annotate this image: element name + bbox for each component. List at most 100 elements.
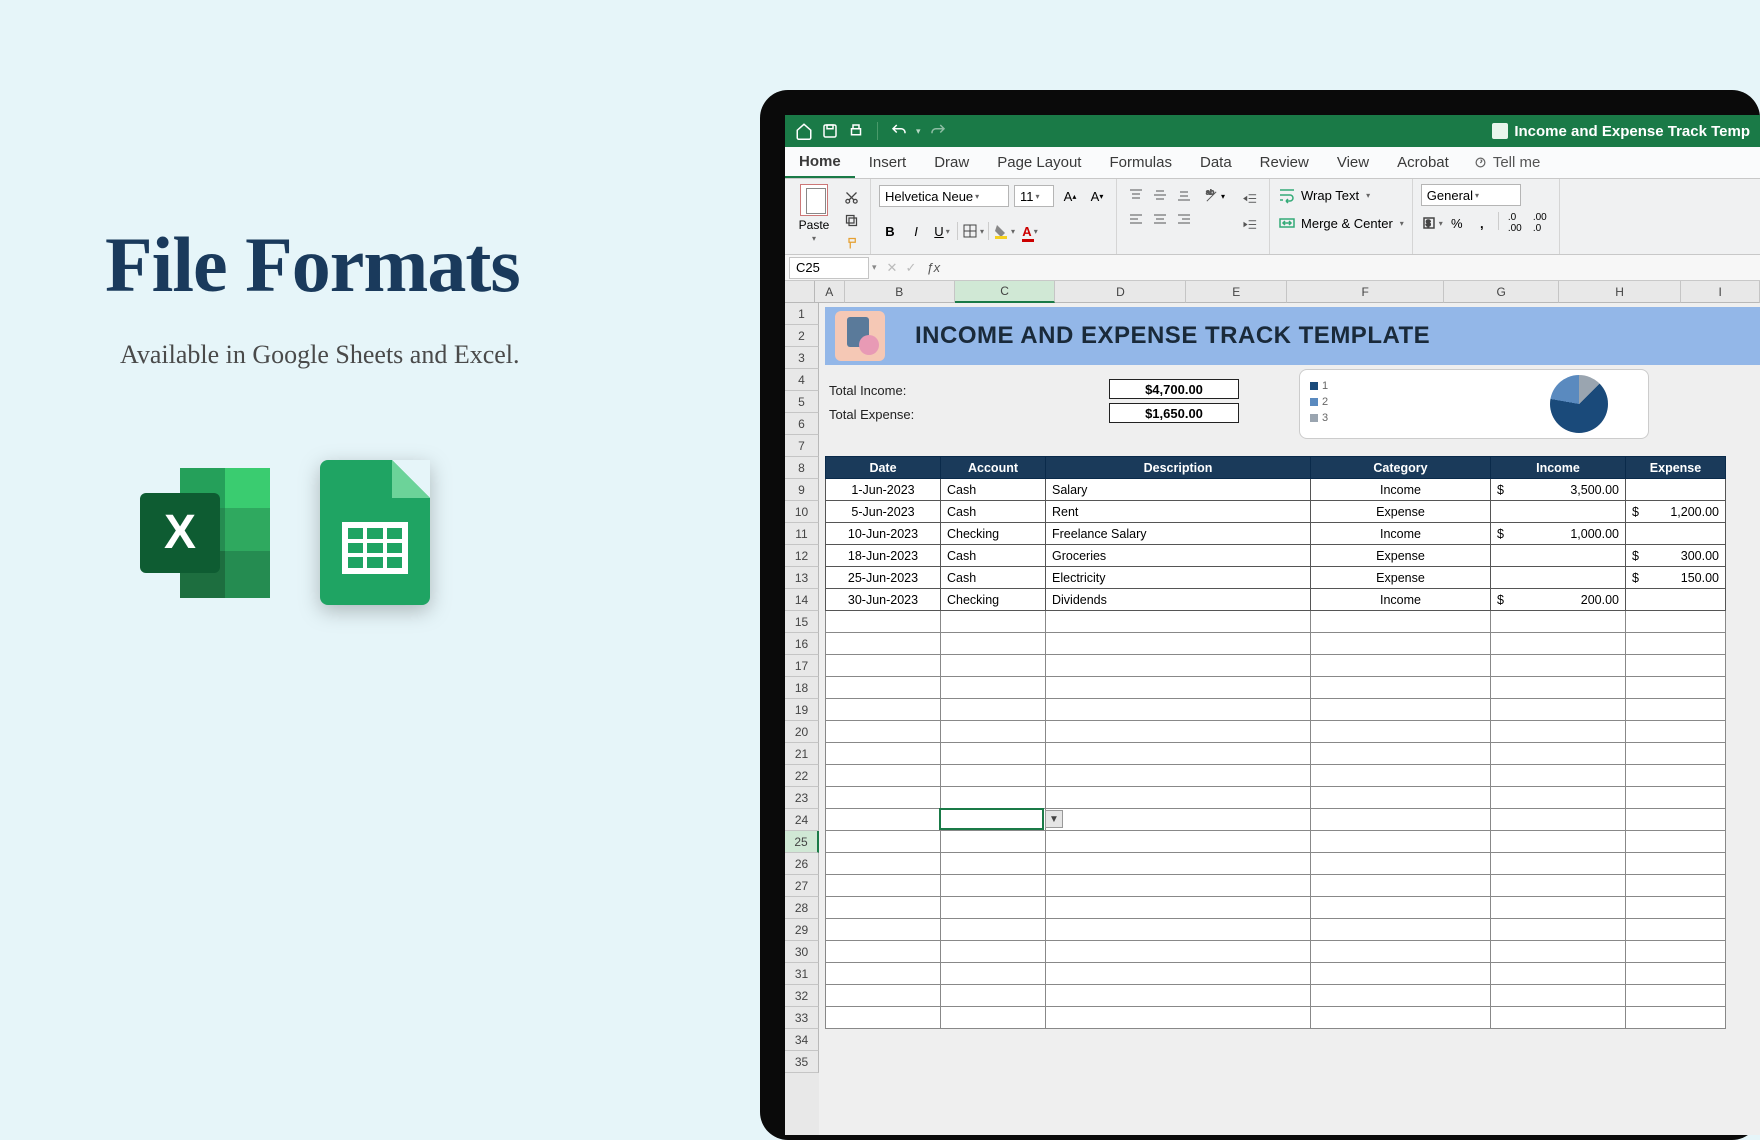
align-bottom-button[interactable]: [1173, 184, 1195, 206]
number-format-select[interactable]: General: [1421, 184, 1521, 206]
table-row[interactable]: 18-Jun-2023CashGroceriesExpense$300.00: [826, 545, 1726, 567]
row-header[interactable]: 33: [785, 1007, 819, 1029]
column-header[interactable]: D: [1055, 281, 1186, 303]
align-left-button[interactable]: [1125, 208, 1147, 230]
table-row[interactable]: [826, 655, 1726, 677]
comma-format-button[interactable]: ,: [1471, 212, 1493, 234]
row-header[interactable]: 35: [785, 1051, 819, 1073]
column-header[interactable]: E: [1186, 281, 1287, 303]
row-header[interactable]: 3: [785, 347, 819, 369]
orientation-button[interactable]: ab▾: [1201, 186, 1228, 206]
spreadsheet-grid[interactable]: ABCDEFGHI 123456789101112131415161718192…: [785, 281, 1760, 1135]
row-header[interactable]: 32: [785, 985, 819, 1007]
row-header[interactable]: 19: [785, 699, 819, 721]
cell-dropdown-icon[interactable]: ▼: [1045, 810, 1063, 828]
tab-insert[interactable]: Insert: [855, 147, 921, 178]
increase-decimal-button[interactable]: .0.00: [1504, 212, 1526, 234]
table-row[interactable]: [826, 897, 1726, 919]
align-middle-button[interactable]: [1149, 184, 1171, 206]
table-row[interactable]: [826, 677, 1726, 699]
row-header[interactable]: 23: [785, 787, 819, 809]
tab-home[interactable]: Home: [785, 147, 855, 178]
row-header[interactable]: 6: [785, 413, 819, 435]
column-header[interactable]: B: [845, 281, 955, 303]
row-header[interactable]: 5: [785, 391, 819, 413]
align-right-button[interactable]: [1173, 208, 1195, 230]
save-icon[interactable]: [821, 122, 839, 140]
row-header[interactable]: 12: [785, 545, 819, 567]
wrap-text-button[interactable]: Wrap Text: [1278, 184, 1370, 206]
table-row[interactable]: 25-Jun-2023CashElectricityExpense$150.00: [826, 567, 1726, 589]
table-row[interactable]: [826, 743, 1726, 765]
table-row[interactable]: [826, 875, 1726, 897]
column-header[interactable]: A: [815, 281, 845, 303]
cancel-formula-icon[interactable]: ✕: [887, 260, 898, 276]
table-row[interactable]: 30-Jun-2023CheckingDividendsIncome$200.0…: [826, 589, 1726, 611]
table-row[interactable]: 1-Jun-2023CashSalaryIncome$3,500.00: [826, 479, 1726, 501]
tab-draw[interactable]: Draw: [920, 147, 983, 178]
redo-icon[interactable]: [929, 122, 947, 140]
table-row[interactable]: [826, 787, 1726, 809]
tab-acrobat[interactable]: Acrobat: [1383, 147, 1463, 178]
tab-view[interactable]: View: [1323, 147, 1383, 178]
table-row[interactable]: [826, 1007, 1726, 1029]
column-header[interactable]: H: [1559, 281, 1681, 303]
tab-formulas[interactable]: Formulas: [1095, 147, 1186, 178]
row-header[interactable]: 21: [785, 743, 819, 765]
table-row[interactable]: [826, 611, 1726, 633]
row-header[interactable]: 31: [785, 963, 819, 985]
column-header[interactable]: C: [955, 281, 1056, 303]
table-row[interactable]: [826, 963, 1726, 985]
increase-font-button[interactable]: A▴: [1059, 185, 1081, 207]
undo-icon[interactable]: [890, 122, 908, 140]
format-painter-button[interactable]: [841, 233, 862, 253]
table-row[interactable]: [826, 985, 1726, 1007]
row-header[interactable]: 14: [785, 589, 819, 611]
merge-center-button[interactable]: Merge & Center: [1278, 212, 1404, 234]
row-header[interactable]: 25: [785, 831, 819, 853]
decrease-font-button[interactable]: A▾: [1086, 185, 1108, 207]
column-header[interactable]: G: [1444, 281, 1559, 303]
font-color-button[interactable]: A: [1019, 220, 1041, 242]
row-header[interactable]: 15: [785, 611, 819, 633]
row-header[interactable]: 22: [785, 765, 819, 787]
increase-indent-button[interactable]: [1240, 214, 1261, 234]
table-row[interactable]: 5-Jun-2023CashRentExpense$1,200.00: [826, 501, 1726, 523]
row-header[interactable]: 27: [785, 875, 819, 897]
tab-data[interactable]: Data: [1186, 147, 1246, 178]
row-header[interactable]: 26: [785, 853, 819, 875]
percent-format-button[interactable]: %: [1446, 212, 1468, 234]
row-header[interactable]: 7: [785, 435, 819, 457]
paste-button[interactable]: Paste ▾: [793, 184, 835, 243]
table-row[interactable]: [826, 721, 1726, 743]
table-row[interactable]: [826, 941, 1726, 963]
row-header[interactable]: 2: [785, 325, 819, 347]
row-header[interactable]: 13: [785, 567, 819, 589]
font-size-select[interactable]: 11: [1014, 185, 1054, 207]
decrease-indent-button[interactable]: [1240, 188, 1261, 208]
italic-button[interactable]: I: [905, 220, 927, 242]
cut-button[interactable]: [841, 187, 862, 207]
table-row[interactable]: [826, 853, 1726, 875]
row-header[interactable]: 11: [785, 523, 819, 545]
align-top-button[interactable]: [1125, 184, 1147, 206]
tab-review[interactable]: Review: [1246, 147, 1323, 178]
bold-button[interactable]: B: [879, 220, 901, 242]
fill-color-button[interactable]: [993, 220, 1015, 242]
row-header[interactable]: 4: [785, 369, 819, 391]
decrease-decimal-button[interactable]: .00.0: [1529, 212, 1551, 234]
font-family-select[interactable]: Helvetica Neue: [879, 185, 1009, 207]
row-header[interactable]: 17: [785, 655, 819, 677]
column-header[interactable]: I: [1681, 281, 1760, 303]
table-row[interactable]: 10-Jun-2023CheckingFreelance SalaryIncom…: [826, 523, 1726, 545]
tab-page-layout[interactable]: Page Layout: [983, 147, 1095, 178]
tell-me-button[interactable]: Tell me: [1473, 154, 1541, 171]
row-header[interactable]: 24: [785, 809, 819, 831]
row-header[interactable]: 34: [785, 1029, 819, 1051]
fx-label[interactable]: ƒx: [926, 260, 940, 275]
table-row[interactable]: [826, 919, 1726, 941]
table-row[interactable]: [826, 831, 1726, 853]
accounting-format-button[interactable]: $: [1421, 212, 1443, 234]
underline-button[interactable]: U: [931, 220, 953, 242]
row-header[interactable]: 8: [785, 457, 819, 479]
